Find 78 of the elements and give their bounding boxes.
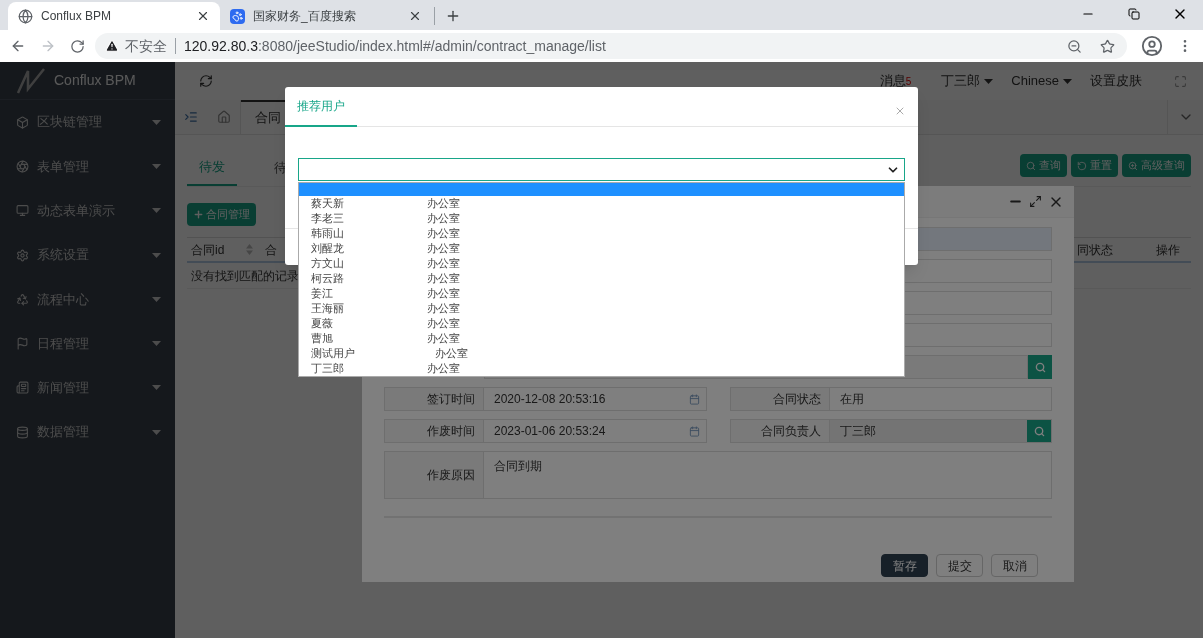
browser-tab[interactable]: Conflux BPM (8, 2, 220, 30)
caret-icon (152, 163, 161, 169)
profile-icon[interactable] (1141, 35, 1163, 57)
dropdown-option[interactable]: 曹旭 办公室 (299, 331, 904, 346)
bookmark-star-icon[interactable] (1100, 38, 1115, 54)
dropdown-option[interactable]: 测试用户 办公室 (299, 346, 904, 361)
caret-icon (984, 78, 994, 84)
messages-link[interactable]: 消息5 (879, 71, 912, 91)
flag-icon (16, 337, 29, 351)
dialog-button[interactable]: 取消 (991, 554, 1038, 577)
zoom-in-icon (1128, 160, 1138, 171)
dropdown-option[interactable]: 丁三郎 办公室 (299, 361, 904, 376)
close-icon[interactable] (196, 9, 210, 23)
close-icon[interactable] (408, 9, 422, 23)
caret-icon (152, 385, 161, 391)
monitor-icon (16, 204, 29, 218)
plus-icon (193, 209, 204, 220)
caret-icon (152, 296, 161, 302)
dropdown-option[interactable]: 柯云路 办公室 (299, 271, 904, 286)
caret-icon (152, 119, 161, 125)
column-header[interactable]: 同状态 (1075, 240, 1145, 259)
dropdown-option[interactable]: 刘醒龙 办公室 (299, 241, 904, 256)
refresh-icon[interactable] (199, 74, 213, 88)
reload-icon[interactable] (70, 38, 85, 54)
browser-tab[interactable]: 国家财务_百度搜索 (220, 2, 432, 30)
database-icon (16, 425, 29, 439)
caret-icon (152, 341, 161, 347)
dialog-button[interactable]: 暂存 (881, 554, 928, 577)
search-icon (1034, 361, 1046, 373)
settings-icon (16, 248, 29, 262)
caret-icon (1063, 78, 1072, 84)
recycle-icon (16, 292, 29, 306)
dropdown-option[interactable]: 蔡天新 办公室 (299, 196, 904, 211)
app-logo-text: Conflux BPM (54, 71, 136, 90)
new-tab-icon[interactable] (445, 8, 461, 24)
add-contract-button[interactable]: 合同管理 (187, 203, 256, 226)
reset-icon (1077, 160, 1087, 171)
back-icon[interactable] (10, 38, 26, 54)
dropdown-option[interactable]: 李老三 办公室 (299, 211, 904, 226)
dialog-tab[interactable]: 推荐用户 (285, 87, 357, 127)
column-header[interactable]: 操作 (1145, 240, 1191, 259)
caret-icon (152, 208, 161, 214)
dropdown-option[interactable]: 方文山 办公室 (299, 256, 904, 271)
logo-icon (16, 66, 46, 95)
empty-table-message: 没有找到匹配的记录 (191, 267, 299, 285)
search-toolbar-button[interactable]: 查询 (1020, 154, 1067, 177)
search-toolbar-button[interactable]: 重置 (1071, 154, 1118, 177)
box-icon (16, 115, 29, 129)
paw-icon (230, 8, 245, 24)
language-menu[interactable]: Chinese (1011, 71, 1072, 91)
dropdown-option[interactable]: 王海丽 办公室 (299, 301, 904, 316)
caret-icon (152, 429, 161, 435)
dialog-button[interactable]: 提交 (936, 554, 983, 577)
maximize-icon[interactable] (1029, 195, 1042, 208)
user-select[interactable] (298, 158, 905, 181)
newspaper-icon (16, 381, 29, 395)
zoom-out-icon[interactable] (1067, 38, 1082, 54)
aperture-icon (16, 159, 29, 173)
user-menu[interactable]: 丁三郎 (941, 71, 994, 91)
url-text: 120.92.80.3:8080/jeeStudio/index.html#/admin/contract_manage/list (184, 36, 606, 56)
column-header[interactable]: 合同id (187, 240, 259, 259)
sub-tab[interactable]: 待发 (187, 150, 237, 186)
search-button[interactable] (1028, 355, 1052, 379)
address-bar[interactable]: 不安全 120.92.80.3:8080/jeeStudio/index.html#/admin/contract_manage/list (95, 33, 1127, 59)
search-icon (1026, 160, 1036, 171)
fullscreen-icon[interactable] (1174, 74, 1187, 88)
warning-icon (105, 39, 119, 53)
security-label: 不安全 (125, 36, 167, 56)
caret-icon (152, 252, 161, 258)
globe-icon (18, 8, 33, 24)
skin-settings-link[interactable]: 设置皮肤 (1090, 71, 1142, 91)
forward-icon[interactable] (40, 38, 56, 54)
text-area[interactable]: 合同到期 (484, 452, 1051, 498)
field-label: 作废原因 (385, 452, 484, 498)
dropdown-option[interactable]: 姜江 办公室 (299, 286, 904, 301)
dropdown-option[interactable]: 韩雨山 办公室 (299, 226, 904, 241)
dropdown-option[interactable]: 夏薇 办公室 (299, 316, 904, 331)
search-toolbar-button[interactable]: 高级查询 (1122, 154, 1191, 177)
